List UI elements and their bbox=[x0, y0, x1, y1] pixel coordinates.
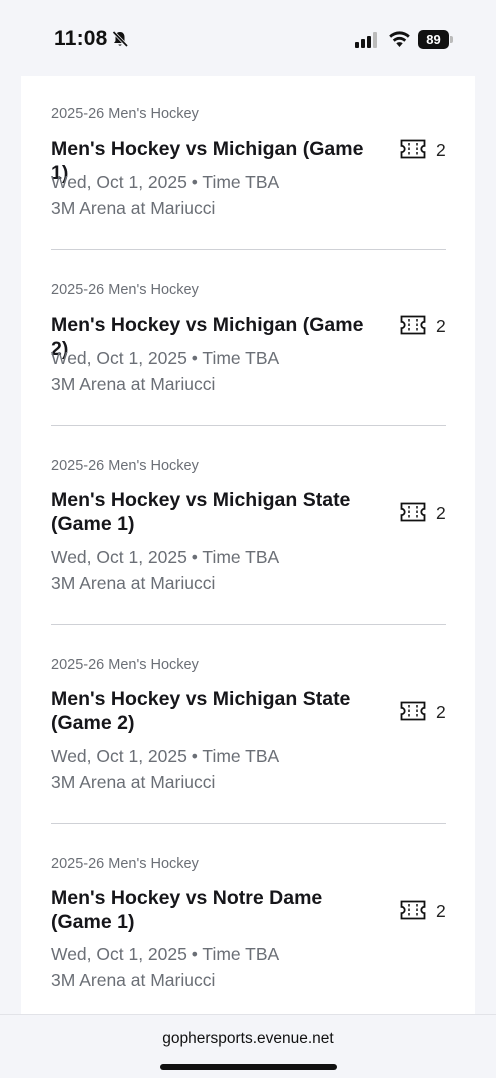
bell-slash-icon bbox=[112, 30, 129, 48]
event-date: Wed, Oct 1, 2025 • Time TBA bbox=[51, 172, 280, 192]
event-season: 2025-26 Men's Hockey bbox=[51, 106, 199, 122]
ticket-icon bbox=[400, 139, 426, 159]
event-date: Wed, Oct 1, 2025 • Time TBA bbox=[51, 746, 280, 766]
ticket-icon bbox=[400, 701, 426, 721]
divider bbox=[51, 823, 446, 824]
divider bbox=[51, 624, 446, 625]
divider bbox=[51, 249, 446, 250]
ticket-count: 2 bbox=[436, 316, 446, 336]
home-indicator[interactable] bbox=[160, 1064, 337, 1070]
event-venue: 3M Arena at Mariucci bbox=[51, 374, 216, 394]
event-season: 2025-26 Men's Hockey bbox=[51, 282, 199, 298]
event-venue: 3M Arena at Mariucci bbox=[51, 573, 216, 593]
ticket-icon bbox=[400, 900, 426, 920]
event-date: Wed, Oct 1, 2025 • Time TBA bbox=[51, 348, 280, 368]
battery-cap bbox=[450, 36, 453, 43]
event-title: Men's Hockey vs Michigan State (Game 1) bbox=[51, 489, 351, 535]
event-list: 2025-26 Men's Hockey Men's Hockey vs Mic… bbox=[21, 76, 475, 1014]
event-title: Men's Hockey vs Notre Dame (Game 1) bbox=[51, 887, 323, 933]
wifi-icon bbox=[389, 31, 410, 47]
divider bbox=[51, 425, 446, 426]
event-season: 2025-26 Men's Hockey bbox=[51, 657, 199, 673]
status-bar: 11:08 89 bbox=[0, 0, 496, 76]
battery-indicator: 89 bbox=[418, 30, 453, 49]
address-bar-url[interactable]: gophersports.evenue.net bbox=[0, 1030, 496, 1048]
ticket-count: 2 bbox=[436, 702, 446, 722]
cellular-signal-icon bbox=[355, 32, 377, 48]
ticket-count: 2 bbox=[436, 901, 446, 921]
status-time: 11:08 bbox=[54, 27, 108, 50]
event-venue: 3M Arena at Mariucci bbox=[51, 970, 216, 990]
event-venue: 3M Arena at Mariucci bbox=[51, 772, 216, 792]
ticket-count: 2 bbox=[436, 503, 446, 523]
browser-bottom-bar: gophersports.evenue.net bbox=[0, 1014, 496, 1078]
event-date: Wed, Oct 1, 2025 • Time TBA bbox=[51, 547, 280, 567]
event-season: 2025-26 Men's Hockey bbox=[51, 856, 199, 872]
event-season: 2025-26 Men's Hockey bbox=[51, 458, 199, 474]
event-title: Men's Hockey vs Michigan State (Game 2) bbox=[51, 688, 351, 734]
ticket-icon bbox=[400, 502, 426, 522]
ticket-icon bbox=[400, 315, 426, 335]
event-venue: 3M Arena at Mariucci bbox=[51, 198, 216, 218]
ticket-count: 2 bbox=[436, 140, 446, 160]
battery-level: 89 bbox=[418, 30, 449, 49]
event-date: Wed, Oct 1, 2025 • Time TBA bbox=[51, 944, 280, 964]
